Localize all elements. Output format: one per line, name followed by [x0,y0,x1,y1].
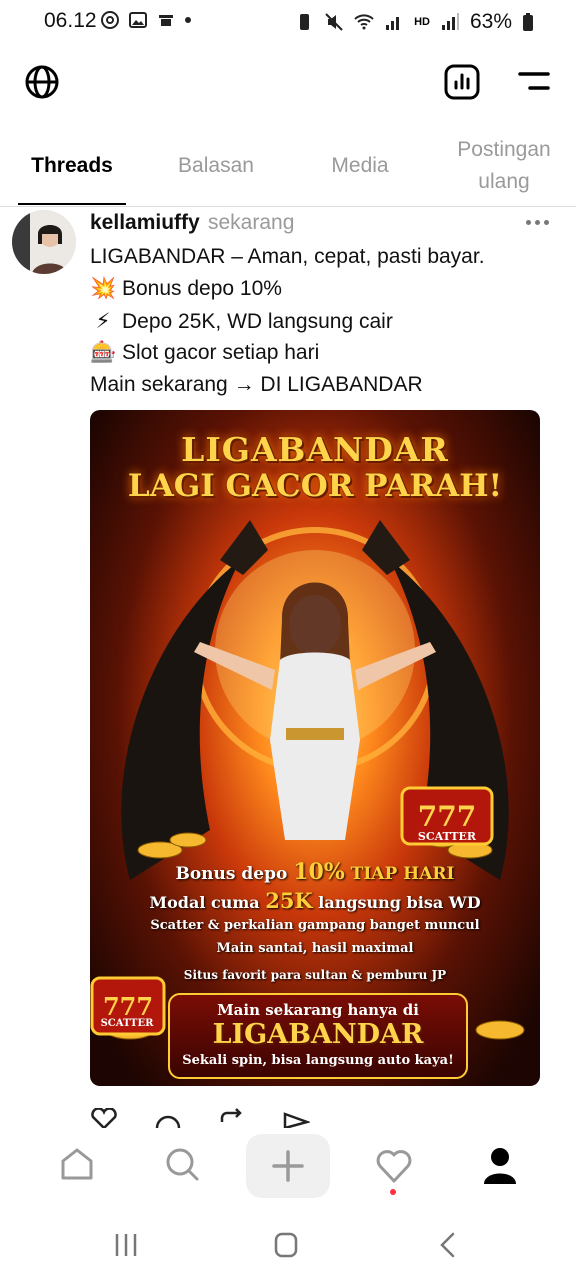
search-icon[interactable] [164,1146,200,1182]
status-time: 06.12 [44,9,97,32]
more-options-button[interactable] [526,220,554,228]
post-line-5: Main sekarang → DI LIGABANDAR [90,373,423,396]
wifi-icon [354,14,374,30]
post-actions [90,1104,330,1128]
heart-icon[interactable] [375,1148,413,1184]
network-type-label: HD [414,16,430,28]
tab-balasan[interactable]: Balasan [144,126,288,206]
top-app-bar [0,56,576,112]
scatter-label-2: SCATTER [100,1018,154,1029]
battery-icon [523,13,533,31]
post-username[interactable]: kellamiuffy [90,211,200,235]
home-icon[interactable] [59,1146,95,1182]
avatar[interactable] [12,210,76,274]
promo-line-2: Modal cuma 25K langsung bisa WD [149,888,481,913]
status-bar: 06.12 HD 63% [0,0,576,44]
signal-2-icon [441,13,459,30]
collision-emoji-icon: 💥 [90,277,117,300]
tab-media[interactable]: Media [288,126,432,206]
menu-icon[interactable] [518,70,550,94]
insights-icon[interactable] [444,64,480,100]
home-system-icon[interactable] [274,1232,298,1258]
avatar-photo [12,210,76,274]
recent-apps-icon[interactable] [114,1232,138,1258]
profile-tabs: Threads Balasan Media Postingan ulang [0,126,576,207]
reply-icon[interactable] [154,1108,182,1128]
svg-text:777: 777 [103,992,153,1021]
slot-machine-emoji-icon: 🎰 [90,341,117,364]
profile-icon[interactable] [482,1146,518,1184]
promo-title-line-2: LAGI GACOR PARAH! [127,468,503,504]
promo-line-3: Scatter & perkalian gampang banget muncu… [150,918,480,933]
post-line-1: LIGABANDAR – Aman, cepat, pasti bayar. [90,245,485,268]
back-icon[interactable] [438,1232,458,1258]
promo-artwork: 777 777 [90,520,525,1040]
tab-postingan-ulang[interactable]: Postingan ulang [444,126,564,206]
svg-text:777: 777 [418,800,476,833]
promo-line-5: Situs favorit para sultan & pemburu JP [183,968,447,982]
active-tab-indicator [18,203,126,205]
post-image[interactable]: 777 777 LIGABANDAR LAGI GACOR PARAH! SCA… [90,410,540,1086]
system-navigation-bar [0,1210,576,1280]
more-notifications-dot-icon [185,17,191,23]
status-right-icons: HD 63% [294,10,534,34]
tab-threads[interactable]: Threads [0,126,144,206]
like-icon[interactable] [90,1108,118,1128]
post-timestamp: sekarang [208,211,295,234]
signal-icon [386,17,400,30]
globe-icon[interactable] [24,64,60,100]
scatter-label: SCATTER [417,830,477,843]
promo-line-1: Bonus depo 10% TIAP HARI [175,859,455,885]
post-line-4: 🎰 Slot gacor setiap hari [90,341,320,364]
mute-icon [325,13,343,31]
compose-button[interactable] [246,1134,330,1198]
promo-title-line-1: LIGABANDAR [181,430,449,469]
cta-line-2: LIGABANDAR [212,1019,424,1050]
battery-saver-icon [300,14,310,30]
cta-line-1: Main sekarang hanya di [217,1001,419,1019]
battery-percentage: 63% [469,10,512,33]
post-line-2: 💥 Bonus depo 10% [90,277,282,300]
compose-icon [272,1150,304,1182]
repost-icon[interactable] [218,1108,246,1128]
promo-line-4: Main santai, hasil maximal [216,941,414,956]
status-left-icons [100,10,192,30]
share-icon[interactable] [282,1108,310,1128]
gallery-icon [129,12,147,28]
post-line-3: ⚡ Depo 25K, WD langsung cair [90,309,393,334]
activity-notification-dot [390,1189,396,1195]
lightning-emoji-icon: ⚡ [95,310,111,333]
promo-cta-box: Main sekarang hanya di LIGABANDAR Sekali… [168,993,468,1079]
cta-line-3: Sekali spin, bisa langsung auto kaya! [182,1053,454,1068]
threads-notification-icon [101,11,119,29]
app-notification-icon [159,15,173,26]
